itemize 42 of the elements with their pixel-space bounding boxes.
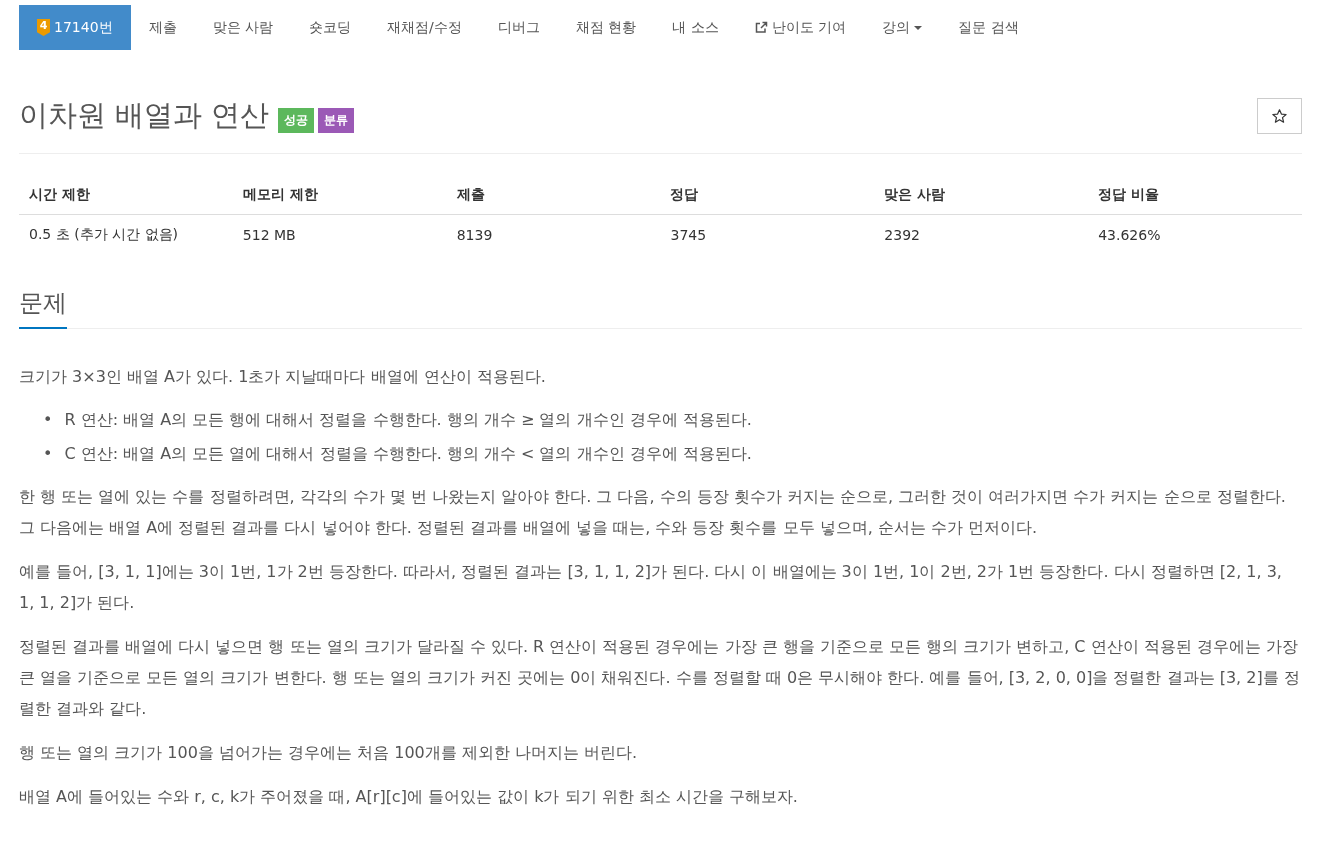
column-header: 시간 제한 (19, 175, 233, 215)
nav-tab[interactable]: 디버그 (479, 5, 558, 50)
paragraph: 행 또는 열의 크기가 100을 넘어가는 경우에는 처음 100개를 제외한 나머지는 버린다. (19, 742, 639, 764)
tier-badge: 4 (37, 19, 50, 36)
problem-title: 이차원 배열과 연산 (19, 98, 270, 134)
status-label: 분류 (318, 107, 355, 133)
status-label: 성공 (278, 107, 315, 133)
list-item: R 연산: 배열 A의 모든 행에 대해서 정렬을 수행한다. 행의 개수 ≥ 열의 개수인 경우에 적용된다. (64, 409, 752, 431)
nav-tab[interactable]: 채점 현황 (557, 5, 655, 50)
table-cell: 0.5 초 (추가 시간 없음) (19, 214, 233, 255)
nav-tab[interactable]: 재채점/수정 (369, 5, 480, 50)
paragraph: 배열 A에 들어있는 수와 r, c, k가 주어졌을 때, A[r][c]에 들어있는 값이 k가 되기 위한 최소 시간을 구해보자. (19, 786, 799, 808)
table-cell: 43.626% (1088, 214, 1302, 255)
table-cell: 2392 (874, 214, 1089, 255)
nav-tab[interactable]: 난이도 기여 (736, 5, 865, 50)
list-bullet: • (43, 409, 53, 431)
column-header: 제출 (446, 175, 661, 215)
nav-tab[interactable]: 강의 (864, 5, 941, 50)
paragraph: 한 행 또는 열에 있는 수를 정렬하려면, 각각의 수가 몇 번 나왔는지 알아야 한다. 그 다음, 수의 등장 횟수가 커지는 순으로, 그러한 것이 여러가지면 수가 커지는 순으로 정렬한다. 그 다음에는 배열 A에 정렬된 결과를 다시 넣어야 한다. 정렬된 결과를 배열에 넣을 때는, 수와 등장 횟수를 모두 넣으며, 순서는 수가 먼저이다. (19, 486, 1287, 539)
nav-tab[interactable]: 제출 (130, 5, 195, 50)
list-bullet: • (43, 443, 53, 465)
nav-tab[interactable]: 질문 검색 (940, 5, 1037, 50)
nav-tab[interactable]: 내 소스 (654, 5, 737, 50)
list-item: C 연산: 배열 A의 모든 열에 대해서 정렬을 수행한다. 행의 개수 < 열의 개수인 경우에 적용된다. (64, 443, 752, 465)
paragraph: 크기가 3×3인 배열 A가 있다. 1초가 지날때마다 배열에 연산이 적용된다. (19, 366, 547, 388)
table-cell: 3745 (660, 214, 875, 255)
paragraph: 정렬된 결과를 배열에 다시 넣으면 행 또는 열의 크기가 달라질 수 있다. R 연산이 적용된 경우에는 가장 큰 행을 기준으로 모든 행의 크기가 변하고, C 연산이 적용된 경우에는 가장 큰 열을 기준으로 모든 열의 크기가 변한다. 행 또는 열의 크기가 커진 곳에는 0이 채워진다. 수를 정렬할 때 0은 무시해야 한다. 예를 들어, [3, 2, 0, 0]을 정렬한 결과는 [3, 2]를 정렬한 결과와 같다. (19, 636, 1301, 720)
section-heading: 문제 (19, 287, 67, 329)
caret-icon (914, 25, 923, 30)
favorite-button[interactable] (1257, 98, 1302, 134)
nav-tab[interactable]: 맞은 사람 (194, 5, 291, 50)
external-link-icon (754, 21, 768, 34)
nav-tab[interactable]: 숏코딩 (291, 5, 369, 50)
column-header: 정답 비율 (1088, 175, 1302, 215)
table-cell: 512 MB (232, 214, 447, 255)
star-icon (1272, 109, 1287, 123)
table-cell: 8139 (446, 214, 661, 255)
paragraph: 예를 들어, [3, 1, 1]에는 3이 1번, 1가 2번 등장한다. 따라서, 정렬된 결과는 [3, 1, 1, 2]가 된다. 다시 이 배열에는 3이 1번, 1이 2번, 2가 1번 등장한다. 다시 정렬하면 [2, 1, 3, 1, 1, 2]가 된다. (19, 561, 1283, 614)
column-header: 맞은 사람 (874, 175, 1089, 215)
nav-tab[interactable]: 4 17140번 (19, 5, 131, 50)
column-header: 정답 (660, 175, 875, 215)
column-header: 메모리 제한 (232, 175, 447, 215)
